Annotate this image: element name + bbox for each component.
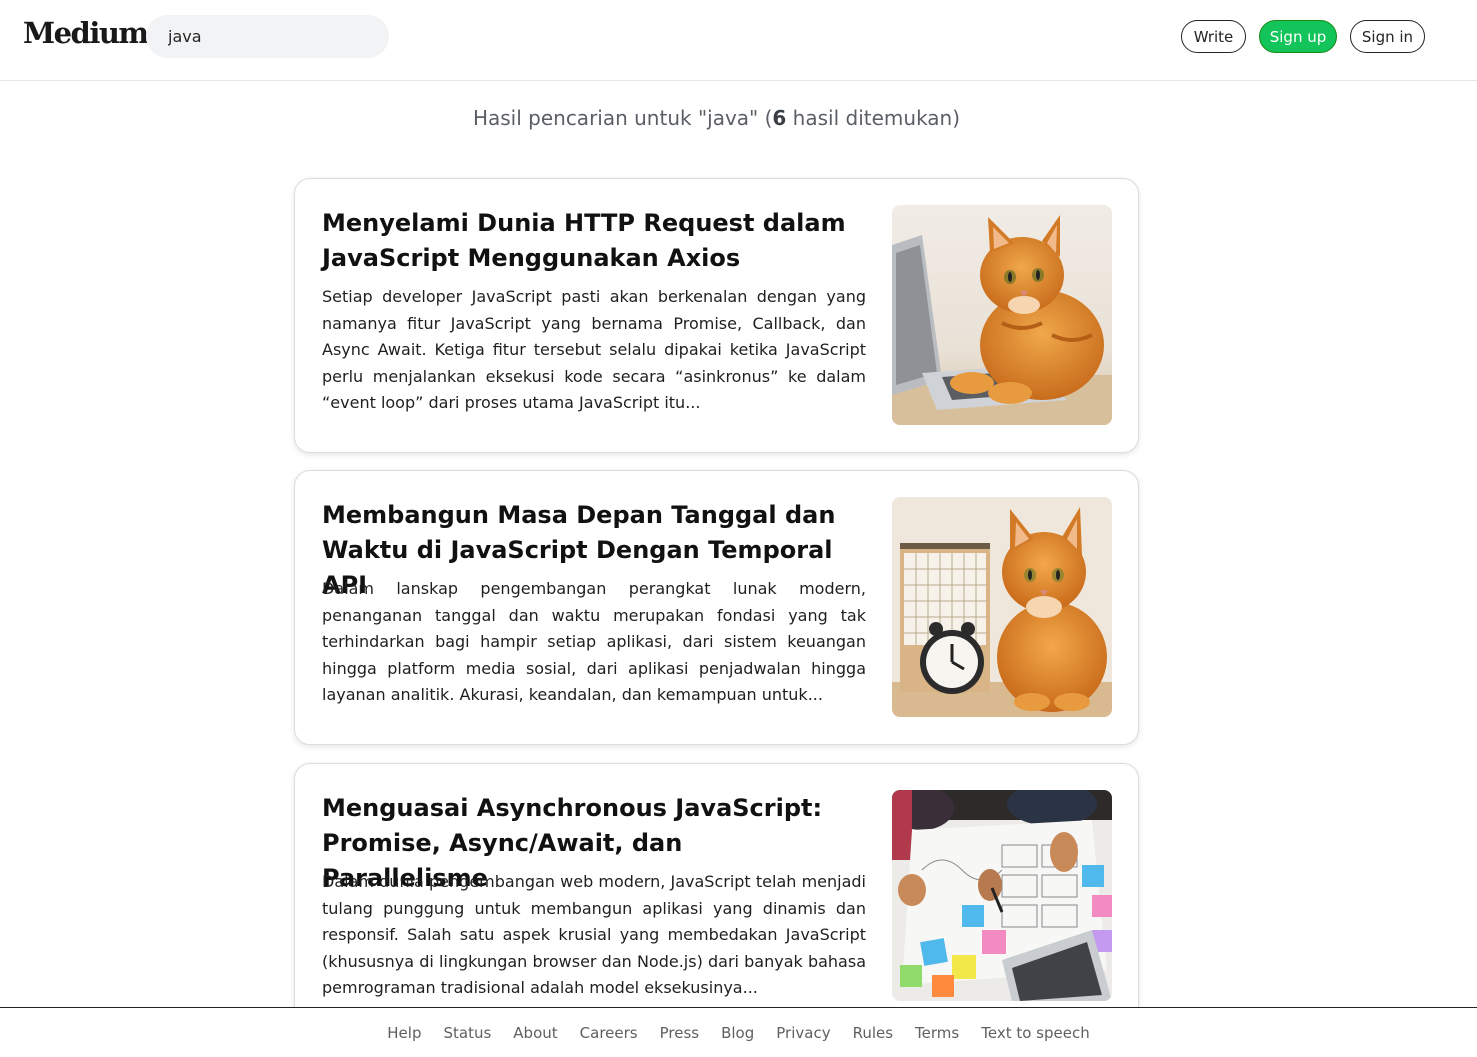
footer-link-terms[interactable]: Terms (915, 1024, 959, 1042)
summary-prefix: Hasil pencarian untuk "java" ( (472, 106, 773, 130)
article-excerpt: Dalam dunia pengembangan web modern, Jav… (322, 872, 866, 997)
footer-link-help[interactable]: Help (387, 1024, 421, 1042)
search-input[interactable] (146, 15, 389, 58)
footer-link-about[interactable]: About (513, 1024, 557, 1042)
team-planning-sticky-notes-image[interactable] (892, 790, 1112, 1001)
article-card[interactable]: Menyelami Dunia HTTP Request dalam JavaS… (294, 178, 1139, 453)
cat-with-laptop-image[interactable] (892, 205, 1112, 425)
footer: Help Status About Careers Press Blog Pri… (0, 1007, 1477, 1057)
top-header: Medium Write Sign up Sign in (0, 0, 1477, 81)
medium-logo[interactable]: Medium (23, 16, 149, 50)
footer-link-press[interactable]: Press (660, 1024, 699, 1042)
footer-link-careers[interactable]: Careers (580, 1024, 638, 1042)
footer-link-blog[interactable]: Blog (721, 1024, 754, 1042)
write-button[interactable]: Write (1181, 20, 1246, 53)
article-title[interactable]: Menyelami Dunia HTTP Request dalam JavaS… (322, 206, 852, 276)
cat-with-calendar-clock-image[interactable] (892, 497, 1112, 717)
article-card[interactable]: Menguasai Asynchronous JavaScript: Promi… (294, 763, 1139, 1038)
footer-link-status[interactable]: Status (443, 1024, 491, 1042)
sign-up-button[interactable]: Sign up (1259, 20, 1337, 53)
result-count: 6 (772, 106, 787, 130)
footer-link-rules[interactable]: Rules (853, 1024, 893, 1042)
article-excerpt: Dalam lanskap pengembangan perangkat lun… (322, 579, 866, 704)
search-results-summary: Hasil pencarian untuk "java" (6 hasil di… (0, 106, 1433, 130)
footer-link-text-to-speech[interactable]: Text to speech (981, 1024, 1089, 1042)
footer-link-privacy[interactable]: Privacy (776, 1024, 830, 1042)
sign-in-button[interactable]: Sign in (1350, 20, 1425, 53)
summary-suffix: hasil ditemukan) (786, 106, 961, 130)
article-card[interactable]: Membangun Masa Depan Tanggal dan Waktu d… (294, 470, 1139, 745)
article-excerpt: Setiap developer JavaScript pasti akan b… (322, 287, 866, 412)
